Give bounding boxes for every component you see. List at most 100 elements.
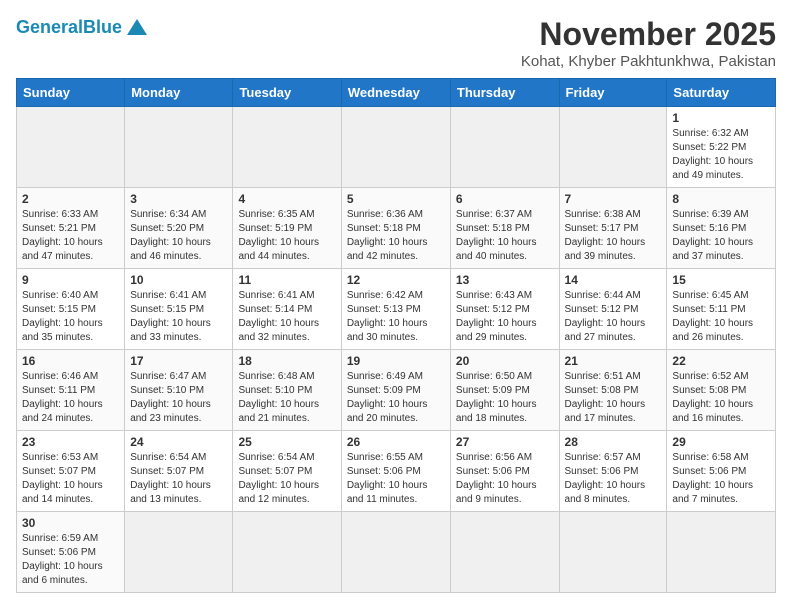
cell-info: Sunrise: 6:35 AMSunset: 5:19 PMDaylight:… (238, 208, 335, 264)
logo-general: General (16, 17, 83, 37)
calendar-cell: 1 Sunrise: 6:32 AMSunset: 5:22 PMDaylight… (667, 107, 776, 188)
day-number: 25 (238, 435, 335, 449)
weekday-header-saturday: Saturday (667, 79, 776, 107)
cell-info: Sunrise: 6:47 AMSunset: 5:10 PMDaylight:… (130, 370, 227, 426)
cell-info: Sunrise: 6:42 AMSunset: 5:13 PMDaylight:… (347, 289, 445, 345)
calendar-cell: 20 Sunrise: 6:50 AMSunset: 5:09 PMDayligh… (450, 350, 559, 431)
day-number: 23 (22, 435, 119, 449)
cell-info: Sunrise: 6:44 AMSunset: 5:12 PMDaylight:… (565, 289, 662, 345)
calendar-cell: 27 Sunrise: 6:56 AMSunset: 5:06 PMDayligh… (450, 431, 559, 512)
calendar-cell (559, 512, 667, 593)
day-number: 30 (22, 516, 119, 530)
cell-info: Sunrise: 6:38 AMSunset: 5:17 PMDaylight:… (565, 208, 662, 264)
logo-text: GeneralBlue (16, 17, 122, 38)
day-number: 3 (130, 192, 227, 206)
cell-info: Sunrise: 6:32 AMSunset: 5:22 PMDaylight:… (672, 127, 770, 183)
day-number: 17 (130, 354, 227, 368)
cell-info: Sunrise: 6:43 AMSunset: 5:12 PMDaylight:… (456, 289, 554, 345)
calendar-cell: 14 Sunrise: 6:44 AMSunset: 5:12 PMDayligh… (559, 269, 667, 350)
calendar-cell (559, 107, 667, 188)
day-number: 5 (347, 192, 445, 206)
cell-info: Sunrise: 6:56 AMSunset: 5:06 PMDaylight:… (456, 451, 554, 507)
day-number: 26 (347, 435, 445, 449)
calendar-cell: 22 Sunrise: 6:52 AMSunset: 5:08 PMDayligh… (667, 350, 776, 431)
day-number: 11 (238, 273, 335, 287)
day-number: 10 (130, 273, 227, 287)
calendar-cell: 15Sunrise: 6:45 AMSunset: 5:11 PMDayligh… (667, 269, 776, 350)
cell-info: Sunrise: 6:33 AMSunset: 5:21 PMDaylight:… (22, 208, 119, 264)
calendar-cell: 26 Sunrise: 6:55 AMSunset: 5:06 PMDayligh… (341, 431, 450, 512)
day-number: 20 (456, 354, 554, 368)
day-number: 16 (22, 354, 119, 368)
location-title: Kohat, Khyber Pakhtunkhwa, Pakistan (521, 53, 776, 70)
weekday-header-friday: Friday (559, 79, 667, 107)
day-number: 19 (347, 354, 445, 368)
calendar-cell (125, 512, 233, 593)
day-number: 18 (238, 354, 335, 368)
cell-info: Sunrise: 6:45 AMSunset: 5:11 PMDaylight:… (672, 289, 770, 345)
day-number: 29 (672, 435, 770, 449)
calendar-cell: 10Sunrise: 6:41 AMSunset: 5:15 PMDayligh… (125, 269, 233, 350)
calendar-cell: 6 Sunrise: 6:37 AMSunset: 5:18 PMDaylight… (450, 188, 559, 269)
calendar-cell (233, 512, 341, 593)
calendar-cell: 29 Sunrise: 6:58 AMSunset: 5:06 PMDayligh… (667, 431, 776, 512)
calendar-cell: 28 Sunrise: 6:57 AMSunset: 5:06 PMDayligh… (559, 431, 667, 512)
cell-info: Sunrise: 6:58 AMSunset: 5:06 PMDaylight:… (672, 451, 770, 507)
calendar-week-5: 30 Sunrise: 6:59 AMSunset: 5:06 PMDayligh… (17, 512, 776, 593)
cell-info: Sunrise: 6:51 AMSunset: 5:08 PMDaylight:… (565, 370, 662, 426)
cell-info: Sunrise: 6:39 AMSunset: 5:16 PMDaylight:… (672, 208, 770, 264)
calendar-cell (233, 107, 341, 188)
day-number: 2 (22, 192, 119, 206)
cell-info: Sunrise: 6:57 AMSunset: 5:06 PMDaylight:… (565, 451, 662, 507)
day-number: 7 (565, 192, 662, 206)
cell-info: Sunrise: 6:46 AMSunset: 5:11 PMDaylight:… (22, 370, 119, 426)
calendar-cell: 24Sunrise: 6:54 AMSunset: 5:07 PMDayligh… (125, 431, 233, 512)
weekday-header-monday: Monday (125, 79, 233, 107)
calendar-cell (17, 107, 125, 188)
day-number: 27 (456, 435, 554, 449)
cell-info: Sunrise: 6:54 AMSunset: 5:07 PMDaylight:… (238, 451, 335, 507)
day-number: 4 (238, 192, 335, 206)
title-area: November 2025 Kohat, Khyber Pakhtunkhwa,… (521, 16, 776, 70)
cell-info: Sunrise: 6:41 AMSunset: 5:14 PMDaylight:… (238, 289, 335, 345)
cell-info: Sunrise: 6:37 AMSunset: 5:18 PMDaylight:… (456, 208, 554, 264)
day-number: 22 (672, 354, 770, 368)
calendar-cell: 23 Sunrise: 6:53 AMSunset: 5:07 PMDayligh… (17, 431, 125, 512)
day-number: 28 (565, 435, 662, 449)
calendar-cell (667, 512, 776, 593)
cell-info: Sunrise: 6:50 AMSunset: 5:09 PMDaylight:… (456, 370, 554, 426)
calendar-week-4: 23 Sunrise: 6:53 AMSunset: 5:07 PMDayligh… (17, 431, 776, 512)
calendar-cell: 9Sunrise: 6:40 AMSunset: 5:15 PMDaylight… (17, 269, 125, 350)
day-number: 14 (565, 273, 662, 287)
cell-info: Sunrise: 6:36 AMSunset: 5:18 PMDaylight:… (347, 208, 445, 264)
calendar-cell: 3Sunrise: 6:34 AMSunset: 5:20 PMDaylight… (125, 188, 233, 269)
day-number: 21 (565, 354, 662, 368)
cell-info: Sunrise: 6:52 AMSunset: 5:08 PMDaylight:… (672, 370, 770, 426)
calendar-cell: 12Sunrise: 6:42 AMSunset: 5:13 PMDayligh… (341, 269, 450, 350)
calendar-cell (450, 512, 559, 593)
calendar-cell: 18 Sunrise: 6:48 AMSunset: 5:10 PMDayligh… (233, 350, 341, 431)
calendar: SundayMondayTuesdayWednesdayThursdayFrid… (16, 78, 776, 593)
cell-info: Sunrise: 6:49 AMSunset: 5:09 PMDaylight:… (347, 370, 445, 426)
weekday-header-tuesday: Tuesday (233, 79, 341, 107)
weekday-header-wednesday: Wednesday (341, 79, 450, 107)
cell-info: Sunrise: 6:53 AMSunset: 5:07 PMDaylight:… (22, 451, 119, 507)
cell-info: Sunrise: 6:48 AMSunset: 5:10 PMDaylight:… (238, 370, 335, 426)
calendar-week-3: 16 Sunrise: 6:46 AMSunset: 5:11 PMDayligh… (17, 350, 776, 431)
day-number: 8 (672, 192, 770, 206)
weekday-header-row: SundayMondayTuesdayWednesdayThursdayFrid… (17, 79, 776, 107)
cell-info: Sunrise: 6:54 AMSunset: 5:07 PMDaylight:… (130, 451, 227, 507)
day-number: 6 (456, 192, 554, 206)
calendar-cell (341, 107, 450, 188)
calendar-cell: 8 Sunrise: 6:39 AMSunset: 5:16 PMDaylight… (667, 188, 776, 269)
calendar-cell: 7 Sunrise: 6:38 AMSunset: 5:17 PMDaylight… (559, 188, 667, 269)
logo-icon (126, 16, 148, 38)
logo-blue: Blue (83, 17, 122, 37)
cell-info: Sunrise: 6:55 AMSunset: 5:06 PMDaylight:… (347, 451, 445, 507)
calendar-cell: 11 Sunrise: 6:41 AMSunset: 5:14 PMDayligh… (233, 269, 341, 350)
cell-info: Sunrise: 6:59 AMSunset: 5:06 PMDaylight:… (22, 532, 119, 588)
day-number: 1 (672, 111, 770, 125)
calendar-cell: 21 Sunrise: 6:51 AMSunset: 5:08 PMDayligh… (559, 350, 667, 431)
calendar-week-1: 2 Sunrise: 6:33 AMSunset: 5:21 PMDaylight… (17, 188, 776, 269)
calendar-cell: 4 Sunrise: 6:35 AMSunset: 5:19 PMDaylight… (233, 188, 341, 269)
